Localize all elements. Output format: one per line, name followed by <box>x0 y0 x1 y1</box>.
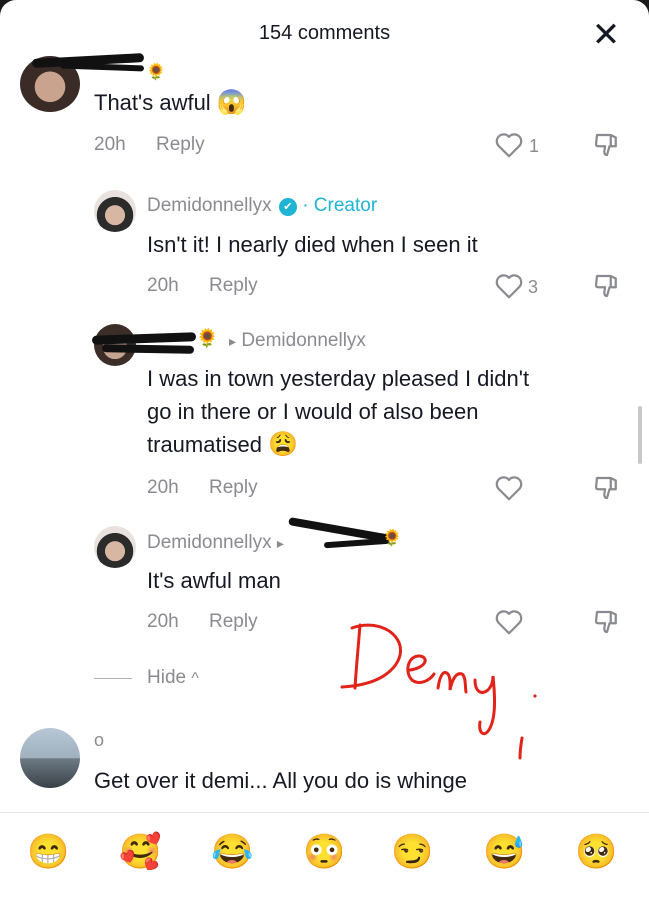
reply-button[interactable]: Reply <box>156 134 205 156</box>
reply-to-user[interactable]: ▸ Demidonnellyx <box>229 330 366 352</box>
scream-emoji: 😱 <box>216 89 247 116</box>
divider <box>94 678 132 679</box>
reply-arrow-icon: ▸ <box>276 535 284 551</box>
chevron-up-icon: ^ <box>191 670 199 687</box>
verified-check-icon: ✔ <box>278 198 297 216</box>
separator-dot: · <box>302 195 309 216</box>
handwritten-annotation <box>340 623 537 760</box>
avatar[interactable] <box>94 190 136 232</box>
tears-of-joy-emoji-button[interactable]: 😂 <box>211 832 253 872</box>
comment-author[interactable]: o <box>94 730 104 751</box>
comments-count-title: 154 comments <box>258 22 391 44</box>
comments-sheet: 154 comments ✕ 🌻 That's awful 😱 20h Repl… <box>0 0 649 900</box>
sunflower-emoji: 🌻 <box>196 328 219 348</box>
comment-text: That's awful 😱 <box>94 89 247 116</box>
reply-button[interactable]: Reply <box>209 611 258 633</box>
comment-time: 20h <box>147 611 179 632</box>
redacted-username <box>101 344 195 354</box>
comment-author[interactable]: Demidonnellyx ✔ · Creator <box>147 195 377 217</box>
redacted-username <box>323 537 391 549</box>
grinning-emoji-button[interactable]: 😁 <box>27 832 69 872</box>
comment-author[interactable]: Demidonnellyx ▸ <box>147 532 284 554</box>
reply-button[interactable]: Reply <box>209 275 258 297</box>
avatar[interactable] <box>94 526 136 568</box>
sunflower-emoji: 🌻 <box>146 64 166 81</box>
dislike-icon[interactable] <box>592 130 622 160</box>
pleading-emoji-button[interactable]: 🥺 <box>575 832 617 872</box>
dislike-icon[interactable] <box>592 607 622 637</box>
comment-text: It's awful man <box>147 568 281 593</box>
comment-time: 20h <box>94 134 126 155</box>
comment-text: Isn't it! I nearly died when I seen it <box>147 232 478 257</box>
like-count: 3 <box>528 277 539 297</box>
scrollbar[interactable] <box>638 406 642 464</box>
flushed-emoji-button[interactable]: 😳 <box>303 832 345 872</box>
dislike-icon[interactable] <box>592 473 622 503</box>
close-icon[interactable]: ✕ <box>588 18 624 54</box>
creator-label: Creator <box>313 195 378 216</box>
sweat-smile-emoji-button[interactable]: 😅 <box>483 832 525 872</box>
sunflower-emoji: 🌻 <box>382 530 402 547</box>
weary-emoji: 😩 <box>268 431 298 458</box>
heart-icon[interactable] <box>494 272 524 300</box>
reply-button[interactable]: Reply <box>209 477 258 499</box>
smirk-emoji-button[interactable]: 😏 <box>391 832 433 872</box>
heart-icon[interactable] <box>494 131 524 159</box>
hide-replies-button[interactable]: Hide ^ <box>147 667 199 689</box>
heart-icon[interactable] <box>494 474 524 502</box>
smiling-hearts-emoji-button[interactable]: 🥰 <box>119 832 161 872</box>
reply-arrow-icon: ▸ <box>229 333 237 349</box>
like-count: 1 <box>529 136 540 156</box>
comment-time: 20h <box>147 275 179 296</box>
comment-text: I was in town yesterday pleased I didn't… <box>147 366 530 458</box>
comment-time: 20h <box>147 477 179 498</box>
avatar[interactable] <box>20 728 80 788</box>
dislike-icon[interactable] <box>592 271 622 301</box>
comment-text: Get over it demi... All you do is whinge <box>94 768 467 793</box>
